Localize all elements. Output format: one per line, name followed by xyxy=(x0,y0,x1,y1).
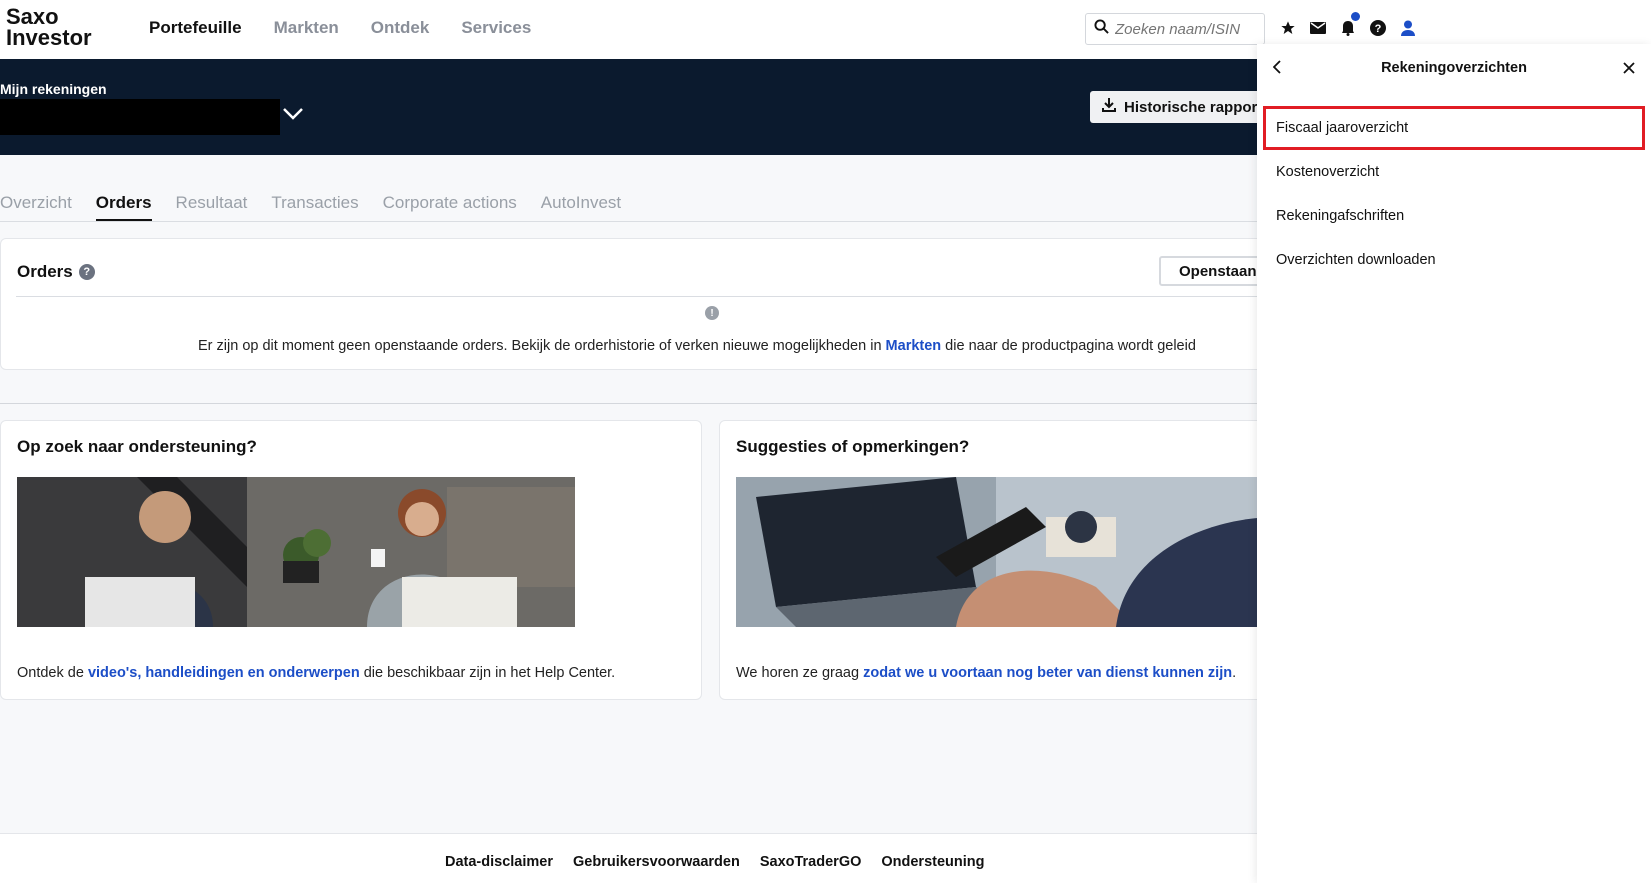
feedback-card: Suggesties of opmerkingen? We horen ze g… xyxy=(719,420,1319,700)
footer-link-support[interactable]: Ondersteuning xyxy=(881,854,984,870)
help-center-link[interactable]: video's, handleidingen en onderwerpen xyxy=(88,665,360,681)
nav-item-portefeuille[interactable]: Portefeuille xyxy=(149,18,242,38)
panel-item-download-overviews[interactable]: Overzichten downloaden xyxy=(1263,238,1645,282)
orders-empty-text-end: die naar de productpagina wordt geleid xyxy=(941,338,1196,354)
chevron-down-icon[interactable] xyxy=(282,107,304,126)
footer-link-terms[interactable]: Gebruikersvoorwaarden xyxy=(573,854,740,870)
orders-heading: Orders ? xyxy=(17,262,95,282)
panel-header: Rekeningoverzichten xyxy=(1257,44,1651,92)
info-icon: ! xyxy=(705,306,719,320)
account-selector[interactable] xyxy=(0,99,280,135)
orders-divider xyxy=(16,296,1301,297)
notifications-icon[interactable] xyxy=(1338,12,1360,38)
orders-empty-text: Er zijn op dit moment geen openstaande o… xyxy=(198,338,886,354)
tab-transacties[interactable]: Transacties xyxy=(271,193,358,221)
nav-item-ontdek[interactable]: Ontdek xyxy=(371,18,430,38)
panel-item-cost-overview[interactable]: Kostenoverzicht xyxy=(1263,150,1645,194)
support-card: Op zoek naar ondersteuning? Ontdek de vi… xyxy=(0,420,702,700)
mail-icon[interactable] xyxy=(1308,18,1328,38)
close-icon[interactable] xyxy=(1623,61,1635,79)
search-box[interactable] xyxy=(1085,13,1265,45)
orders-empty-message: Er zijn op dit moment geen openstaande o… xyxy=(198,338,1196,354)
feedback-photo xyxy=(736,477,1276,627)
tab-orders[interactable]: Orders xyxy=(95,193,152,221)
markten-link[interactable]: Markten xyxy=(886,338,942,354)
logo-line-2: Investor xyxy=(6,25,92,50)
historic-reports-label: Historische rapporte xyxy=(1124,98,1271,116)
top-icons: ? xyxy=(1278,12,1418,38)
support-text-end: die beschikbaar zijn in het Help Center. xyxy=(359,665,616,681)
question-icon[interactable]: ? xyxy=(78,264,95,280)
tab-resultaat[interactable]: Resultaat xyxy=(176,193,248,221)
search-icon xyxy=(1094,19,1109,39)
feedback-text-end: . xyxy=(1232,665,1237,681)
feedback-card-title: Suggesties of opmerkingen? xyxy=(736,437,970,456)
back-icon[interactable] xyxy=(1272,60,1281,79)
support-card-text: Ontdek de video's, handleidingen en onde… xyxy=(17,665,615,681)
nav-item-services[interactable]: Services xyxy=(461,18,531,38)
nav-item-markten[interactable]: Markten xyxy=(274,18,339,38)
support-card-title: Op zoek naar ondersteuning? xyxy=(17,437,257,456)
feedback-card-text: We horen ze graag zodat we u voortaan no… xyxy=(736,665,1236,681)
support-photo xyxy=(17,477,575,627)
panel-item-account-statements[interactable]: Rekeningafschriften xyxy=(1263,194,1645,238)
tab-corporate-actions[interactable]: Corporate actions xyxy=(383,193,517,221)
footer-links: Data-disclaimer Gebruikersvoorwaarden Sa… xyxy=(445,854,985,870)
panel-title: Rekeningoverzichten xyxy=(1381,60,1527,76)
orders-title: Orders xyxy=(17,262,73,281)
panel-item-fiscal-annual-overview[interactable]: Fiscaal jaaroverzicht xyxy=(1263,106,1645,150)
notification-badge xyxy=(1351,12,1360,21)
tab-overzicht[interactable]: Overzicht xyxy=(0,193,72,221)
logo-line-1: Saxo xyxy=(6,4,59,29)
feedback-text-start: We horen ze graag xyxy=(736,665,864,681)
footer-link-saxotradergo[interactable]: SaxoTraderGO xyxy=(760,854,862,870)
tabs-divider xyxy=(0,221,1280,222)
accounts-label: Mijn rekeningen xyxy=(0,81,107,97)
search-input[interactable] xyxy=(1115,20,1255,38)
orders-card: Orders ? Openstaanc ! Er zijn op dit mom… xyxy=(0,238,1309,370)
feedback-link[interactable]: zodat we u voortaan nog beter van dienst… xyxy=(863,665,1232,681)
user-icon[interactable] xyxy=(1398,18,1418,38)
svg-text:?: ? xyxy=(1375,23,1382,35)
tab-autoinvest[interactable]: AutoInvest xyxy=(541,193,621,221)
footer-link-disclaimer[interactable]: Data-disclaimer xyxy=(445,854,553,870)
portfolio-tabs: Overzicht Orders Resultaat Transacties C… xyxy=(0,193,621,221)
logo[interactable]: Saxo Investor xyxy=(6,4,92,50)
download-icon xyxy=(1102,98,1116,116)
account-statements-panel: Rekeningoverzichten Fiscaal jaaroverzich… xyxy=(1257,44,1651,883)
help-icon[interactable]: ? xyxy=(1368,18,1388,38)
star-icon[interactable] xyxy=(1278,18,1298,38)
section-divider xyxy=(0,403,1300,404)
support-text-start: Ontdek de xyxy=(17,665,88,681)
main-nav: Portefeuille Markten Ontdek Services xyxy=(149,18,531,38)
